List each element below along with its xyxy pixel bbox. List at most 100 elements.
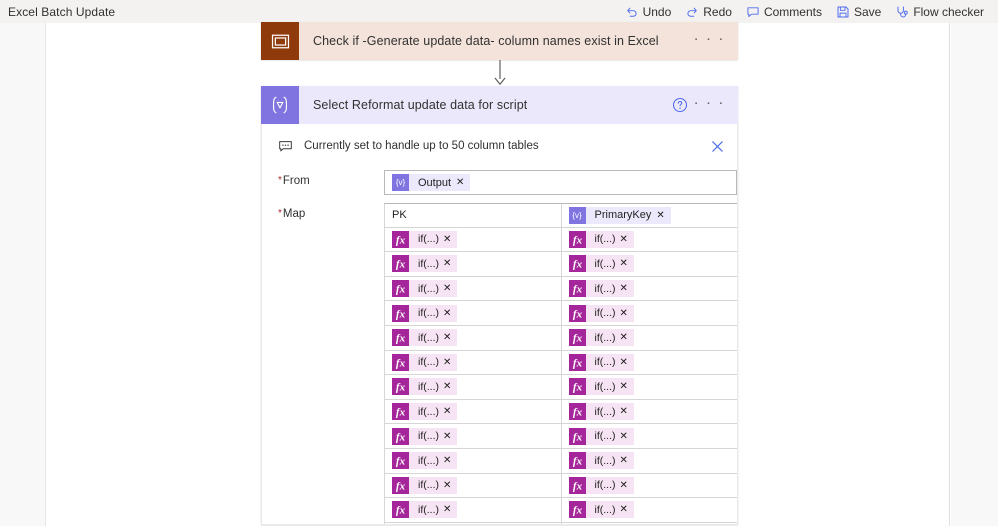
remove-expression-button[interactable]: ✕ [620, 381, 634, 392]
remove-expression-button[interactable]: ✕ [620, 357, 634, 368]
remove-expression-button[interactable]: ✕ [443, 283, 457, 294]
expression-token[interactable]: fx if(...) ✕ [568, 230, 634, 248]
card-header[interactable]: Select Reformat update data for script ·… [261, 86, 738, 124]
expression-token[interactable]: fx if(...) ✕ [568, 353, 634, 371]
card-menu-button[interactable]: · · · [692, 31, 727, 48]
map-cell[interactable]: fxif(...)✕ [384, 350, 562, 376]
flow-card-check-columns[interactable]: Check if -Generate update data- column n… [261, 22, 738, 60]
map-cell[interactable]: fxif(...)✕ [384, 227, 562, 253]
expression-token[interactable]: fx if(...) ✕ [392, 304, 458, 322]
remove-expression-button[interactable]: ✕ [620, 455, 634, 466]
remove-expression-button[interactable]: ✕ [443, 258, 457, 269]
map-cell[interactable]: fxif(...)✕ [561, 227, 737, 253]
expression-token[interactable]: fx if(...) ✕ [568, 476, 634, 494]
remove-expression-button[interactable]: ✕ [620, 308, 634, 319]
expression-label: if(...) [418, 430, 439, 443]
expression-token[interactable]: fx if(...) ✕ [568, 280, 634, 298]
expression-token[interactable]: fx if(...) ✕ [568, 501, 634, 519]
expression-token[interactable]: fx if(...) ✕ [392, 476, 458, 494]
svg-text:fx: fx [396, 505, 406, 517]
remove-expression-button[interactable]: ✕ [443, 431, 457, 442]
map-cell[interactable]: {v} PrimaryKey ✕ [561, 203, 737, 228]
map-cell[interactable]: fxif(...)✕ [384, 252, 562, 277]
map-cell[interactable]: fxif(...)✕ [561, 252, 737, 277]
save-button[interactable]: Save [829, 0, 888, 23]
expression-token[interactable]: fx if(...) ✕ [568, 452, 634, 470]
expression-label: if(...) [418, 233, 439, 246]
remove-expression-button[interactable]: ✕ [620, 332, 634, 343]
map-cell[interactable]: fxif(...)✕ [561, 350, 737, 376]
dynamic-token[interactable]: {v} PrimaryKey ✕ [568, 206, 671, 224]
flow-checker-icon [895, 5, 909, 19]
map-cell[interactable]: fxif(...)✕ [384, 301, 562, 326]
map-cell[interactable]: fxif(...)✕ [561, 424, 737, 449]
remove-expression-button[interactable]: ✕ [443, 480, 457, 491]
map-cell[interactable]: fxif(...)✕ [384, 276, 562, 302]
flow-card-select-reformat[interactable]: Select Reformat update data for script ·… [261, 86, 738, 525]
card-menu-button[interactable]: · · · [692, 95, 727, 112]
expression-token[interactable]: fx if(...) ✕ [392, 403, 458, 421]
undo-button[interactable]: Undo [618, 0, 679, 23]
remove-expression-button[interactable]: ✕ [443, 357, 457, 368]
map-cell[interactable]: fxif(...)✕ [561, 399, 737, 425]
map-cell[interactable]: fxif(...)✕ [384, 325, 562, 351]
from-input[interactable]: {v} Output ✕ [384, 170, 737, 195]
map-cell[interactable]: fxif(...)✕ [384, 473, 562, 499]
remove-expression-button[interactable]: ✕ [443, 234, 457, 245]
remove-expression-button[interactable]: ✕ [620, 283, 634, 294]
remove-expression-button[interactable]: ✕ [443, 332, 457, 343]
expression-token[interactable]: fx if(...) ✕ [568, 403, 634, 421]
map-cell[interactable]: fxif(...)✕ [384, 448, 562, 474]
remove-expression-button[interactable]: ✕ [443, 381, 457, 392]
map-field-row: *Map PK {v} PrimaryKey ✕ fx if(...) ✕ fx if(...)… [262, 203, 737, 524]
expression-token[interactable]: fx if(...) ✕ [392, 329, 458, 347]
map-cell[interactable]: fxif(...)✕ [561, 448, 737, 474]
expression-token[interactable]: fx if(...) ✕ [392, 378, 458, 396]
remove-expression-button[interactable]: ✕ [620, 406, 634, 417]
map-cell[interactable]: fxif(...)✕ [384, 424, 562, 449]
remove-token-button[interactable]: ✕ [456, 177, 470, 188]
remove-expression-button[interactable]: ✕ [443, 308, 457, 319]
remove-expression-button[interactable]: ✕ [620, 431, 634, 442]
map-cell[interactable]: fxif(...)✕ [561, 301, 737, 326]
expression-token[interactable]: fx if(...) ✕ [392, 427, 458, 445]
expression-token[interactable]: fx if(...) ✕ [392, 255, 458, 273]
remove-expression-button[interactable]: ✕ [620, 480, 634, 491]
map-cell[interactable]: fxif(...)✕ [561, 375, 737, 400]
expression-token[interactable]: fx if(...) ✕ [392, 501, 458, 519]
map-cell[interactable]: fxif(...)✕ [561, 498, 737, 523]
redo-button[interactable]: Redo [678, 0, 739, 23]
remove-expression-button[interactable]: ✕ [620, 258, 634, 269]
remove-token-button[interactable]: ✕ [656, 210, 670, 221]
remove-expression-button[interactable]: ✕ [443, 455, 457, 466]
map-cell[interactable]: fxif(...)✕ [384, 399, 562, 425]
remove-expression-button[interactable]: ✕ [620, 234, 634, 245]
card-header[interactable]: Check if -Generate update data- column n… [261, 22, 738, 60]
expression-token[interactable]: fx if(...) ✕ [568, 427, 634, 445]
map-cell[interactable]: fxif(...)✕ [384, 498, 562, 523]
map-cell[interactable]: fxif(...)✕ [561, 325, 737, 351]
remove-expression-button[interactable]: ✕ [443, 504, 457, 515]
comments-button[interactable]: Comments [739, 0, 829, 23]
help-circle-icon[interactable] [672, 97, 688, 113]
close-icon[interactable] [710, 139, 725, 154]
expression-token[interactable]: fx if(...) ✕ [568, 329, 634, 347]
flow-checker-button[interactable]: Flow checker [888, 0, 991, 23]
map-cell[interactable]: PK [384, 203, 562, 228]
map-cell[interactable]: fxif(...)✕ [384, 522, 562, 524]
expression-token[interactable]: fx if(...) ✕ [392, 353, 458, 371]
expression-token[interactable]: fx if(...) ✕ [392, 280, 458, 298]
map-cell[interactable]: fxif(...)✕ [561, 473, 737, 499]
svg-text:fx: fx [572, 234, 582, 246]
map-cell[interactable]: fxif(...)✕ [561, 522, 737, 524]
remove-expression-button[interactable]: ✕ [620, 504, 634, 515]
remove-expression-button[interactable]: ✕ [443, 406, 457, 417]
expression-token[interactable]: fx if(...) ✕ [568, 304, 634, 322]
expression-token[interactable]: fx if(...) ✕ [392, 452, 458, 470]
expression-token[interactable]: fx if(...) ✕ [392, 230, 458, 248]
expression-token[interactable]: fx if(...) ✕ [568, 255, 634, 273]
expression-token[interactable]: fx if(...) ✕ [568, 378, 634, 396]
dynamic-token-output[interactable]: {v} Output ✕ [392, 174, 471, 191]
map-cell[interactable]: fxif(...)✕ [384, 375, 562, 400]
map-cell[interactable]: fxif(...)✕ [561, 276, 737, 302]
